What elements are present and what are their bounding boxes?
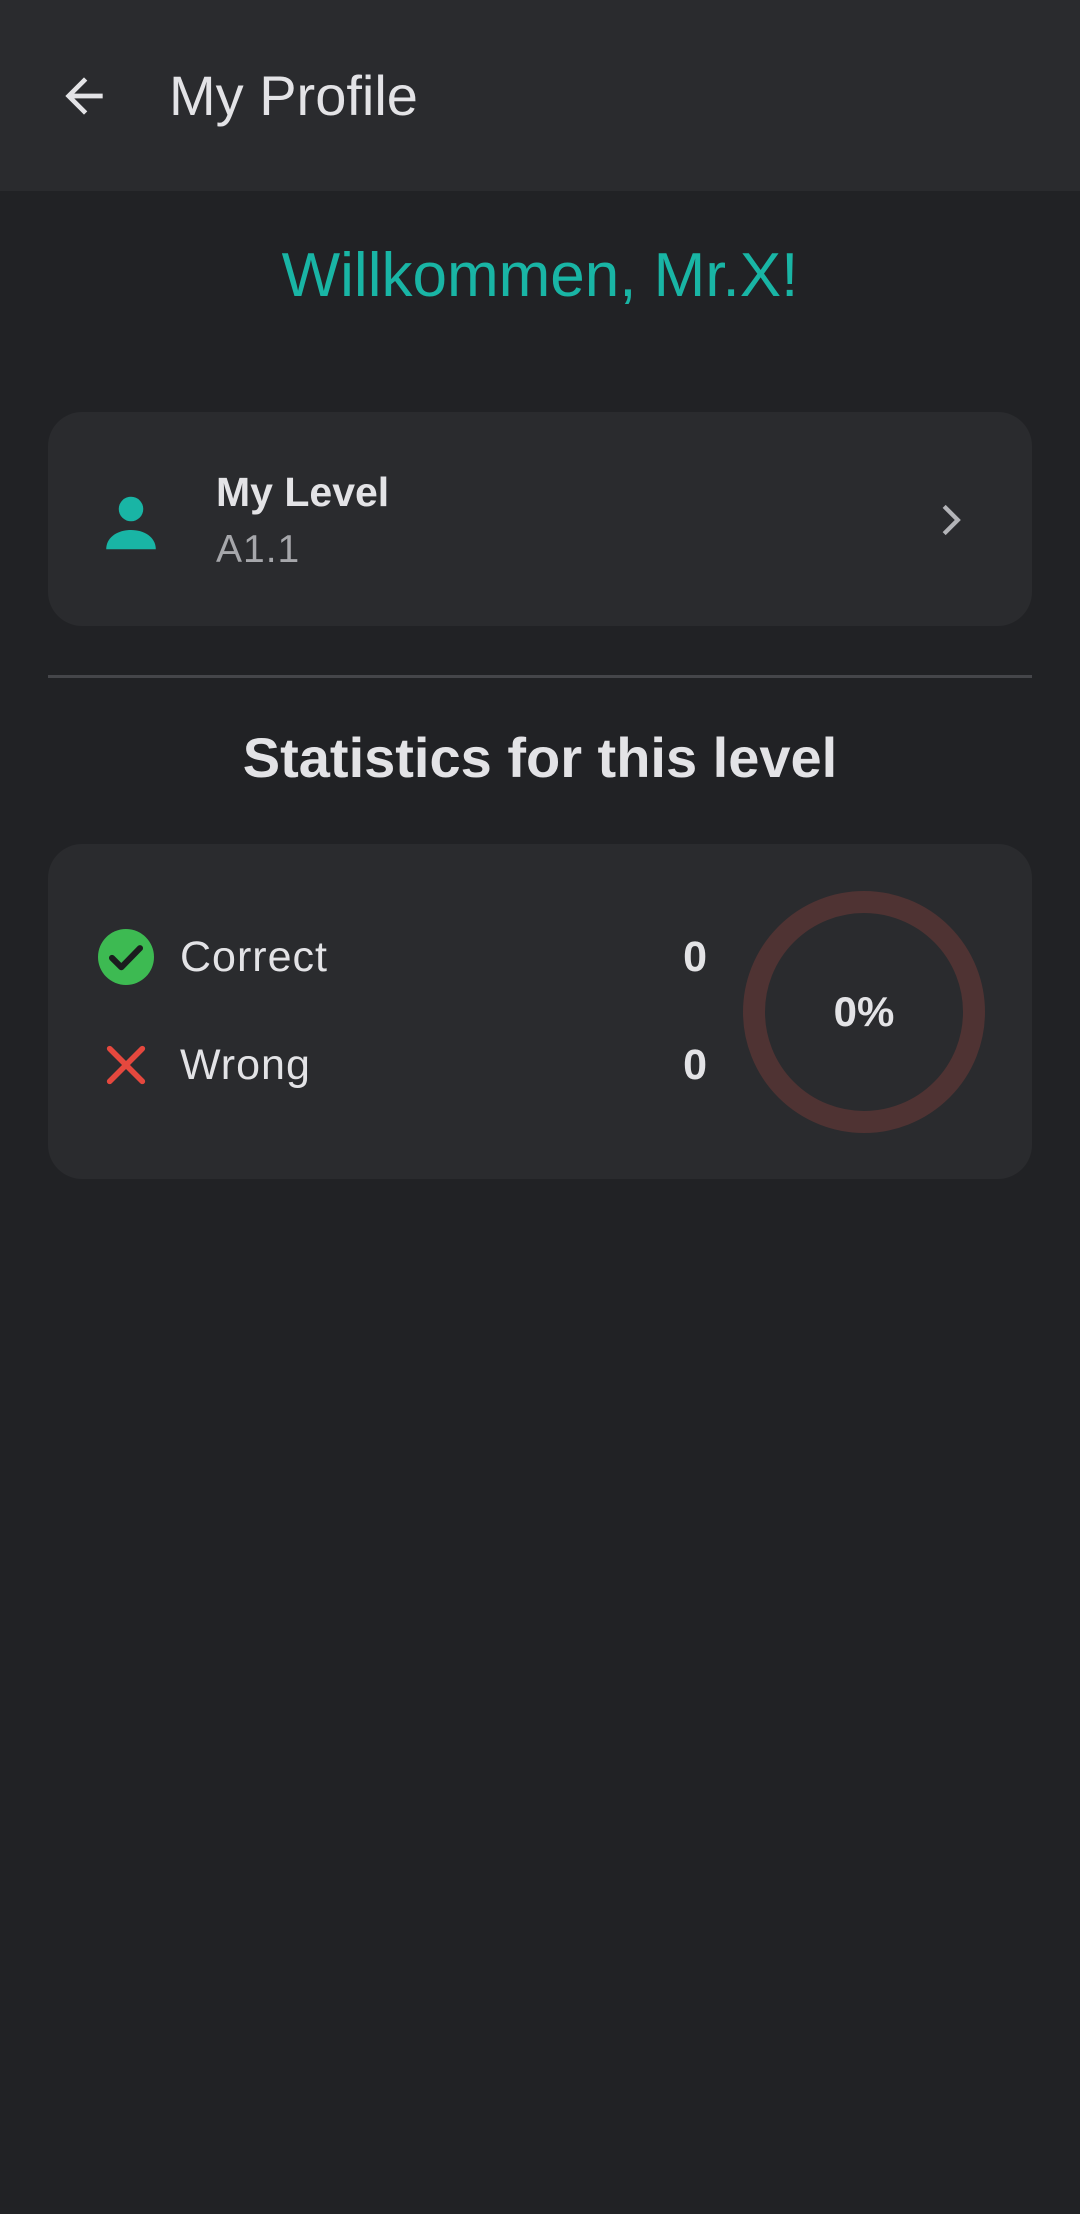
page-title: My Profile: [169, 64, 418, 127]
top-app-bar: My Profile: [0, 0, 1080, 191]
wrong-label: Wrong: [180, 1041, 311, 1089]
correct-label: Correct: [180, 933, 328, 981]
progress-percent: 0%: [833, 988, 895, 1035]
correct-count: 0: [683, 933, 707, 981]
my-level-title: My Level: [216, 469, 390, 515]
wrong-count: 0: [683, 1041, 707, 1089]
close-icon: [106, 1045, 146, 1085]
arrow-back-icon: [65, 77, 103, 115]
check-circle-icon: [98, 929, 154, 985]
welcome-message: Willkommen, Mr.X!: [281, 241, 799, 310]
person-icon: [106, 496, 156, 550]
divider: [48, 675, 1032, 678]
my-level-value: A1.1: [216, 528, 301, 571]
my-level-card[interactable]: [48, 412, 1032, 626]
chevron-right-icon: [942, 504, 961, 536]
back-button[interactable]: [44, 56, 124, 136]
statistics-heading: Statistics for this level: [242, 726, 838, 789]
